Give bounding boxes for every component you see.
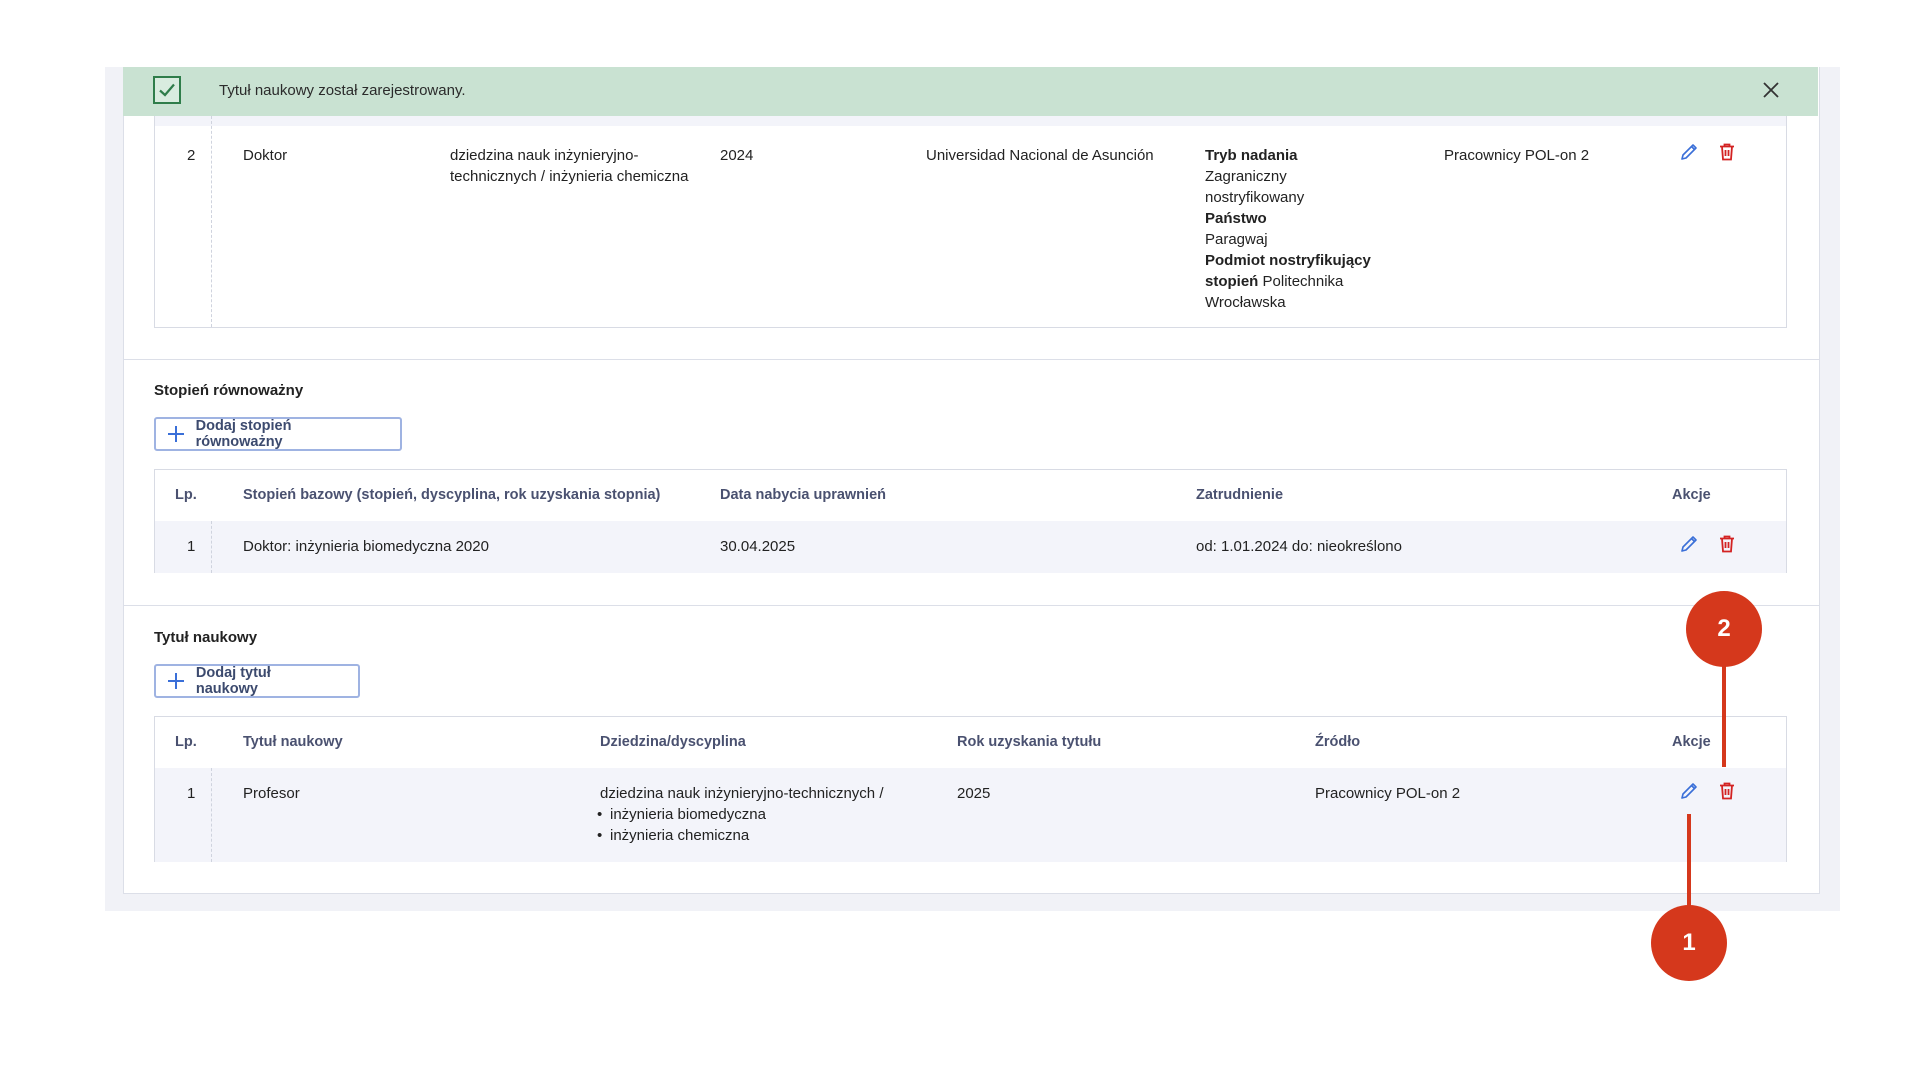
row-lp: 1 xyxy=(187,538,196,555)
row-employment: od: 1.01.2024 do: nieokreślono xyxy=(1196,538,1402,555)
edit-icon[interactable] xyxy=(1679,781,1699,801)
col-lp: Lp. xyxy=(175,734,197,750)
marker-2: 2 xyxy=(1686,591,1762,667)
plus-icon xyxy=(168,673,184,689)
col-actions: Akcje xyxy=(1672,734,1711,750)
row-year: 2025 xyxy=(957,785,991,802)
add-title-button[interactable]: Dodaj tytuł naukowy xyxy=(154,664,360,698)
degree-university: Universidad Nacional de Asunción xyxy=(926,147,1154,164)
equivalent-table: Lp. Stopień bazowy (stopień, dyscyplina,… xyxy=(154,469,1787,573)
delete-icon[interactable] xyxy=(1717,781,1737,801)
title-section-title: Tytuł naukowy xyxy=(154,629,258,646)
table-row: 1 Profesor dziedzina nauk inżynieryjno-t… xyxy=(155,768,1786,862)
marker-1-line xyxy=(1687,814,1691,907)
col-field: Dziedzina/dyscyplina xyxy=(600,734,746,750)
row-source: Pracownicy POL-on 2 xyxy=(1315,785,1461,802)
add-equivalent-button[interactable]: Dodaj stopień równoważny xyxy=(154,417,402,451)
titles-table: Lp. Tytuł naukowy Dziedzina/dyscyplina R… xyxy=(154,716,1787,862)
row-title: Profesor xyxy=(243,785,300,802)
degree-year: 2024 xyxy=(720,147,754,164)
col-year: Rok uzyskania tytułu xyxy=(957,734,1102,750)
row-lp: 1 xyxy=(187,785,196,802)
row-base-degree: Doktor: inżynieria biomedyczna 2020 xyxy=(243,538,489,555)
degree-lp: 2 xyxy=(187,147,196,164)
degree-field: dziedzina nauk inżynieryjno- technicznyc… xyxy=(450,147,689,185)
table-row xyxy=(155,116,1786,126)
discipline-item: inżynieria biomedyczna xyxy=(610,806,766,823)
close-icon[interactable] xyxy=(1762,81,1780,99)
equivalent-section-title: Stopień równoważny xyxy=(154,382,304,399)
plus-icon xyxy=(168,426,184,442)
alert-message: Tytuł naukowy został zarejestrowany. xyxy=(219,82,466,99)
delete-icon[interactable] xyxy=(1717,142,1737,162)
row-date: 30.04.2025 xyxy=(720,538,796,555)
marker-1: 1 xyxy=(1651,905,1727,981)
degrees-table: 2 Doktor dziedzina nauk inżynieryjno- te… xyxy=(154,116,1787,328)
delete-icon[interactable] xyxy=(1717,534,1737,554)
col-lp: Lp. xyxy=(175,487,197,503)
check-icon xyxy=(153,76,181,104)
success-alert: Tytuł naukowy został zarejestrowany. xyxy=(123,67,1818,116)
col-title: Tytuł naukowy xyxy=(243,734,343,750)
edit-icon[interactable] xyxy=(1679,534,1699,554)
col-date: Data nabycia uprawnień xyxy=(720,487,886,503)
table-row: 1 Doktor: inżynieria biomedyczna 2020 30… xyxy=(155,521,1786,573)
col-actions: Akcje xyxy=(1672,487,1711,503)
row-field: dziedzina nauk inżynieryjno-technicznych… xyxy=(597,785,884,844)
degree-source: Pracownicy POL-on 2 xyxy=(1444,147,1590,164)
degree-details: Tryb nadania Zagraniczny nostryfikowany … xyxy=(1205,147,1371,311)
degree-title: Doktor xyxy=(243,147,288,164)
marker-2-line xyxy=(1722,662,1726,767)
col-base-degree: Stopień bazowy (stopień, dyscyplina, rok… xyxy=(243,487,661,503)
col-source: Źródło xyxy=(1315,734,1361,750)
discipline-item: inżynieria chemiczna xyxy=(610,827,750,844)
col-employment: Zatrudnienie xyxy=(1196,487,1284,503)
edit-icon[interactable] xyxy=(1679,142,1699,162)
